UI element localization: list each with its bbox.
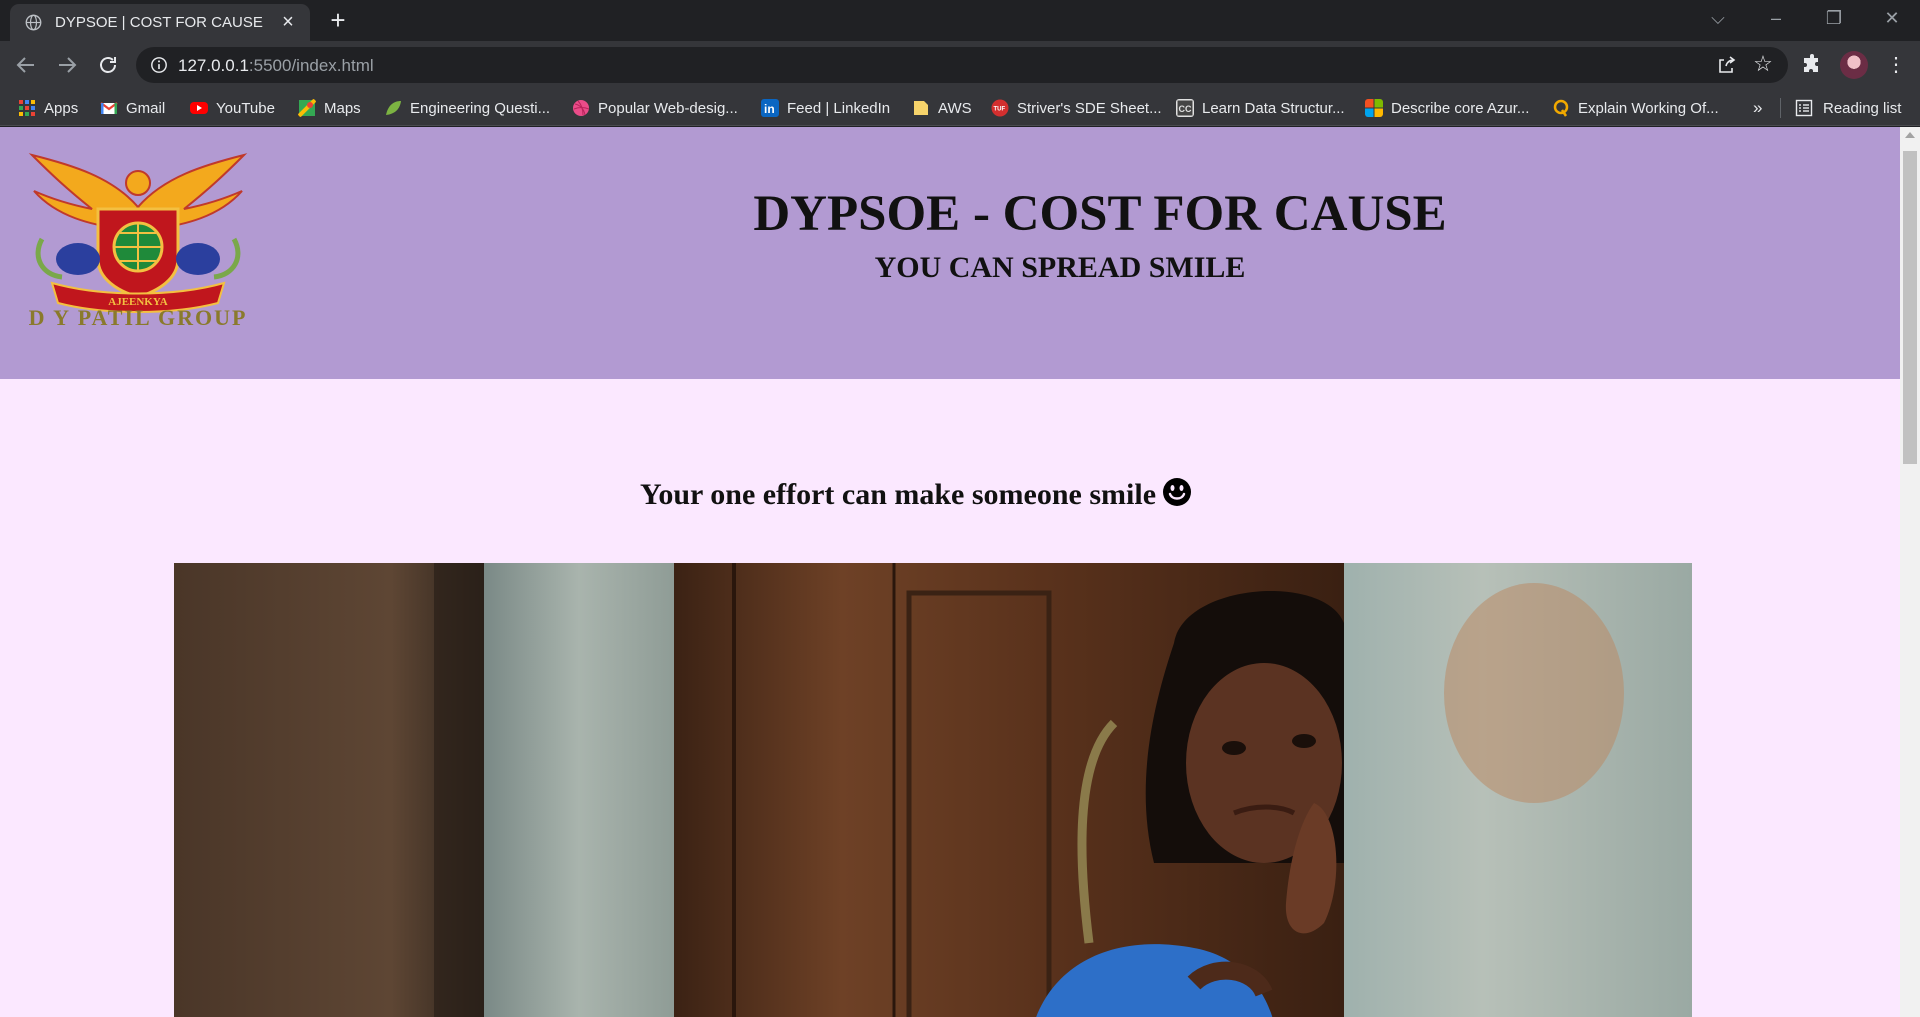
hero-photo-girl-at-door <box>174 563 1692 1017</box>
svg-text:TUF: TUF <box>994 107 1006 113</box>
bookmark-strivers-sde-sheet[interactable]: TUF Striver's SDE Sheet... <box>991 95 1162 121</box>
vertical-scrollbar[interactable] <box>1900 127 1920 1017</box>
maps-icon <box>298 99 316 117</box>
bookmark-learn-data-structures[interactable]: CC Learn Data Structur... <box>1176 95 1345 121</box>
minimize-icon[interactable]: – <box>1764 6 1788 30</box>
bookmark-explain-working[interactable]: Explain Working Of... <box>1552 95 1719 121</box>
new-tab-icon[interactable]: + <box>326 7 350 33</box>
browser-tab[interactable]: DYPSOE | COST FOR CAUSE × <box>10 4 310 41</box>
bookmarks-overflow-button[interactable]: » <box>1753 98 1762 118</box>
tagline: Your one effort can make someone smile <box>0 477 1832 512</box>
microsoft-icon <box>1365 99 1383 117</box>
url-text: 127.0.0.1:5500/index.html <box>178 56 374 76</box>
gmail-icon <box>100 102 118 114</box>
bookmark-maps[interactable]: Maps <box>298 95 361 121</box>
bookmark-label: Gmail <box>126 99 166 117</box>
url-host: 127.0.0.1 <box>178 56 249 75</box>
restore-icon[interactable]: ❐ <box>1822 6 1846 30</box>
close-window-icon[interactable]: ✕ <box>1880 6 1904 30</box>
bookmark-aws[interactable]: AWS <box>912 95 972 121</box>
apps-grid-icon <box>19 100 35 116</box>
tab-strip: DYPSOE | COST FOR CAUSE × + ⌵ – ❐ ✕ <box>0 0 1920 41</box>
tuf-icon: TUF <box>991 99 1009 117</box>
folder-icon <box>914 101 928 115</box>
bookmarks-bar: Apps Gmail YouTube Maps Engineering Ques… <box>0 90 1920 126</box>
leaf-icon <box>386 101 401 115</box>
bookmark-label: Feed | LinkedIn <box>787 99 891 117</box>
close-tab-icon[interactable]: × <box>278 12 298 32</box>
globe-icon <box>25 14 42 31</box>
bookmark-star-icon[interactable]: ☆ <box>1752 53 1774 76</box>
bookmark-label: AWS <box>938 99 972 117</box>
bookmark-label: Popular Web-desig... <box>598 99 738 117</box>
tab-search-icon[interactable]: ⌵ <box>1706 6 1730 30</box>
url-path: :5500/index.html <box>248 56 374 75</box>
logo-text: D Y PATIL GROUP <box>29 305 248 327</box>
reading-list-label: Reading list <box>1823 99 1902 117</box>
svg-text:in: in <box>764 102 775 116</box>
share-icon[interactable] <box>1716 55 1736 75</box>
linkedin-icon: in <box>761 99 779 117</box>
bookmark-label: Explain Working Of... <box>1578 99 1719 117</box>
bookmark-label: Describe core Azur... <box>1391 99 1530 117</box>
bookmark-gmail[interactable]: Gmail <box>100 95 165 121</box>
bookmark-describe-core-azure[interactable]: Describe core Azur... <box>1365 95 1529 121</box>
address-bar[interactable]: 127.0.0.1:5500/index.html ☆ <box>136 47 1788 83</box>
page-viewport: AJEENKYA D Y PATIL GROUP DYPSOE - COST F… <box>0 127 1900 1017</box>
reload-icon[interactable] <box>96 53 120 77</box>
bookmark-label: Maps <box>324 99 361 117</box>
youtube-icon <box>190 102 208 114</box>
svg-text:CC: CC <box>1179 104 1192 114</box>
bookmark-label: Engineering Questi... <box>410 99 551 117</box>
site-info-icon[interactable] <box>150 56 168 74</box>
profile-avatar[interactable] <box>1840 51 1868 79</box>
site-subtitle: YOU CAN SPREAD SMILE <box>874 251 1246 284</box>
extensions-puzzle-icon[interactable] <box>1800 53 1824 77</box>
tagline-text: Your one effort can make someone smile <box>639 478 1157 511</box>
back-icon[interactable] <box>14 53 38 77</box>
scrollbar-thumb[interactable] <box>1903 151 1917 464</box>
tab-title: DYPSOE | COST FOR CAUSE <box>55 14 263 31</box>
bookmark-apps[interactable]: Apps <box>18 95 78 121</box>
dribbble-icon <box>573 100 590 116</box>
bookmark-label: Apps <box>44 99 79 117</box>
smiley-icon <box>1163 478 1192 506</box>
bookmark-label: YouTube <box>216 99 275 117</box>
reading-list-icon <box>1795 99 1813 117</box>
browser-toolbar: 127.0.0.1:5500/index.html ☆ ⋮ <box>0 41 1920 90</box>
menu-kebab-icon[interactable]: ⋮ <box>1884 53 1908 77</box>
reading-list-button[interactable]: Reading list <box>1795 95 1901 121</box>
bookmark-youtube[interactable]: YouTube <box>190 95 275 121</box>
scroll-up-icon[interactable] <box>1905 132 1915 138</box>
bookmark-label: Learn Data Structur... <box>1202 99 1345 117</box>
bookmarks-divider <box>1780 98 1781 118</box>
site-title: DYPSOE - COST FOR CAUSE <box>753 186 1447 242</box>
bookmark-popular-web-design[interactable]: Popular Web-desig... <box>572 95 738 121</box>
bookmark-linkedin[interactable]: in Feed | LinkedIn <box>761 95 890 121</box>
forward-icon[interactable] <box>55 53 79 77</box>
site-header: AJEENKYA D Y PATIL GROUP DYPSOE - COST F… <box>0 127 1900 379</box>
bookmark-label: Striver's SDE Sheet... <box>1017 99 1162 117</box>
bookmark-engineering-questions[interactable]: Engineering Questi... <box>384 95 550 121</box>
cc-icon: CC <box>1176 99 1194 117</box>
quora-icon <box>1553 99 1569 117</box>
